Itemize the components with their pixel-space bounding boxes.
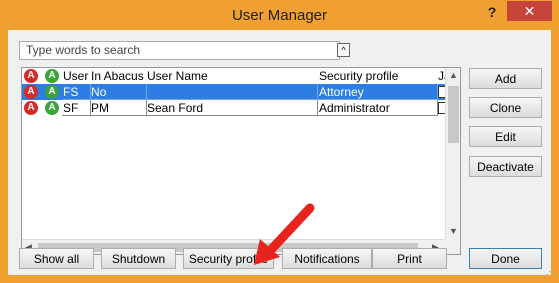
print-button[interactable]: Print [372, 248, 447, 269]
red-pointer-arrow-icon [254, 203, 315, 265]
cell-in-abacus: PM [90, 100, 147, 116]
vertical-scroll-thumb[interactable] [448, 86, 459, 143]
help-button[interactable]: ? [482, 4, 502, 22]
cell-security-profile: Administrator [318, 100, 438, 116]
resize-grip-icon[interactable]: ⋰ [543, 270, 551, 279]
alert-green-icon: A [45, 101, 59, 115]
column-header-user-name[interactable]: User Name [146, 68, 318, 84]
scroll-up-icon[interactable]: ▲ [449, 70, 458, 80]
alert-red-icon[interactable]: A [24, 69, 38, 83]
users-grid: A A User In Abacus User Name Security pr… [21, 67, 461, 255]
window-title: User Manager [231, 7, 328, 24]
cell-user-name [146, 84, 318, 100]
cell-user: SF [62, 100, 91, 116]
title-bar[interactable]: User Manager ? ✕ [0, 0, 559, 30]
shutdown-button[interactable]: Shutdown [101, 248, 176, 269]
add-button[interactable]: Add [469, 68, 542, 89]
column-header-security-profile[interactable]: Security profile [318, 68, 438, 84]
alert-green-icon: A [45, 85, 59, 99]
scroll-corner [445, 239, 460, 254]
table-row[interactable]: A A FS No Attorney [22, 84, 450, 100]
close-button[interactable]: ✕ [507, 1, 552, 21]
deactivate-button[interactable]: Deactivate [469, 156, 542, 177]
search-input[interactable]: Type words to search [19, 41, 340, 60]
show-all-button[interactable]: Show all [19, 248, 94, 269]
table-row[interactable]: A A SF PM Sean Ford Administrator [22, 100, 450, 116]
column-header-user[interactable]: User [62, 68, 91, 84]
user-manager-window: User Manager ? ✕ Type words to search ^ … [0, 0, 559, 283]
grid-header: A A User In Abacus User Name Security pr… [22, 68, 460, 85]
edit-button[interactable]: Edit [469, 126, 542, 147]
alert-red-icon: A [24, 101, 38, 115]
cell-user: FS [62, 84, 91, 100]
clone-button[interactable]: Clone [469, 97, 542, 118]
alert-red-icon: A [24, 85, 38, 99]
column-header-in-abacus[interactable]: In Abacus [90, 68, 148, 84]
cell-in-abacus: No [90, 84, 147, 100]
scroll-down-icon[interactable]: ▼ [449, 226, 458, 236]
vertical-scrollbar[interactable]: ▲ ▼ [445, 68, 460, 239]
cell-user-name: Sean Ford [146, 100, 318, 116]
done-button[interactable]: Done [469, 248, 542, 269]
alert-green-icon[interactable]: A [45, 69, 59, 83]
cell-security-profile: Attorney [318, 84, 438, 100]
collapse-search-button[interactable]: ^ [337, 43, 350, 57]
